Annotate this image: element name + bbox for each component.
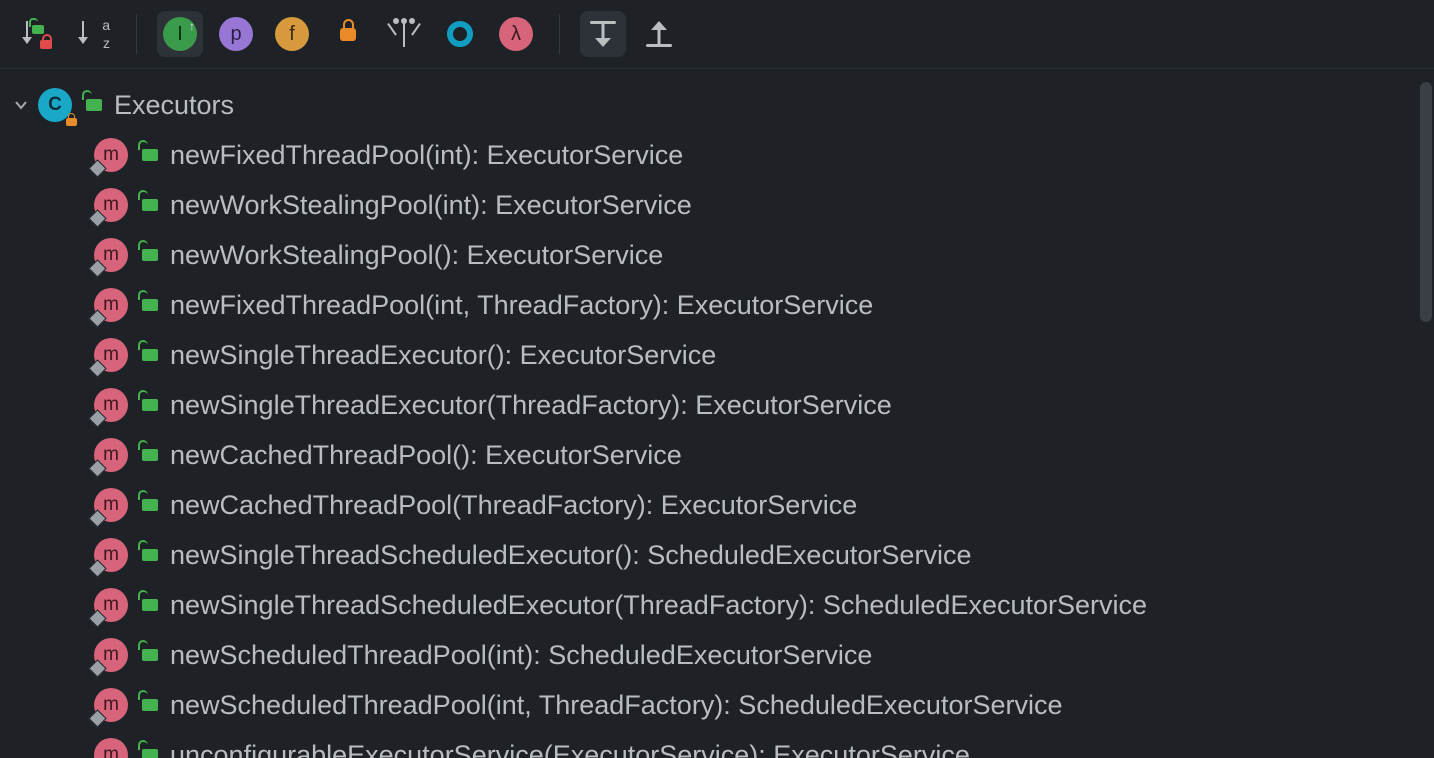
structure-tree[interactable]: C Executors m newFixedThreadPool(int): Ex… [0,68,1418,758]
fork-icon [391,21,417,47]
method-icon: m [94,488,128,522]
property-icon: p [219,17,253,51]
sort-alpha-button[interactable]: a z [70,11,116,57]
class-name: Executors [114,90,234,121]
open-lock-icon [142,699,158,711]
method-icon: m [94,638,128,672]
collapse-icon [644,21,674,47]
show-inherited-button[interactable] [381,11,427,57]
sort-visibility-icon [22,19,52,49]
scrollbar[interactable] [1420,72,1432,756]
show-properties-button[interactable]: p [213,11,259,57]
method-signature: newSingleThreadExecutor(ThreadFactory): … [170,390,892,421]
tree-member[interactable]: m newSingleThreadScheduledExecutor(Thread… [0,580,1418,630]
class-icon: C [38,88,72,122]
tree-member[interactable]: m newScheduledThreadPool(int, ThreadFacto… [0,680,1418,730]
tree-member[interactable]: m newFixedThreadPool(int): ExecutorServic… [0,130,1418,180]
open-lock-icon [142,549,158,561]
expand-icon [588,21,618,47]
open-lock-icon [142,499,158,511]
show-anonymous-button[interactable] [437,11,483,57]
show-fields-button[interactable]: f [269,11,315,57]
sort-alpha-icon: a z [78,19,108,49]
field-icon: f [275,17,309,51]
method-signature: newCachedThreadPool(): ExecutorService [170,440,682,471]
method-icon: m [94,588,128,622]
open-lock-icon [142,399,158,411]
expand-all-button[interactable] [580,11,626,57]
interface-icon: I ↑ [163,17,197,51]
open-lock-icon [142,299,158,311]
method-icon: m [94,138,128,172]
method-icon: m [94,338,128,372]
method-signature: newScheduledThreadPool(int, ThreadFactor… [170,690,1063,721]
open-lock-icon [142,749,158,758]
method-icon: m [94,388,128,422]
tree-member[interactable]: m newSingleThreadScheduledExecutor(): Sch… [0,530,1418,580]
method-signature: newFixedThreadPool(int): ExecutorService [170,140,683,171]
method-signature: newSingleThreadExecutor(): ExecutorServi… [170,340,716,371]
method-icon: m [94,288,128,322]
method-icon: m [94,688,128,722]
scrollbar-thumb[interactable] [1420,82,1432,322]
tree-member[interactable]: m unconfigurableExecutorService(ExecutorS… [0,730,1418,758]
method-icon: m [94,188,128,222]
method-icon: m [94,738,128,758]
tree-member[interactable]: m newSingleThreadExecutor(): ExecutorServ… [0,330,1418,380]
method-signature: newWorkStealingPool(int): ExecutorServic… [170,190,692,221]
method-signature: newSingleThreadScheduledExecutor(ThreadF… [170,590,1147,621]
open-lock-icon [86,99,102,111]
method-signature: newFixedThreadPool(int, ThreadFactory): … [170,290,873,321]
method-icon: m [94,438,128,472]
toolbar-separator [559,14,560,54]
lambda-icon: λ [499,17,533,51]
tree-member[interactable]: m newCachedThreadPool(): ExecutorService [0,430,1418,480]
method-icon: m [94,238,128,272]
open-lock-icon [142,449,158,461]
open-lock-icon [142,649,158,661]
method-signature: unconfigurableExecutorService(ExecutorSe… [170,740,970,758]
open-lock-icon [142,599,158,611]
chevron-down-icon[interactable] [12,97,30,113]
method-signature: newScheduledThreadPool(int): ScheduledEx… [170,640,872,671]
ring-icon [447,21,473,47]
method-icon: m [94,538,128,572]
open-lock-icon [142,349,158,361]
tree-member[interactable]: m newWorkStealingPool(): ExecutorService [0,230,1418,280]
tree-member[interactable]: m newCachedThreadPool(ThreadFactory): Exe… [0,480,1418,530]
toolbar-separator [136,14,137,54]
tree-member[interactable]: m newScheduledThreadPool(int): ScheduledE… [0,630,1418,680]
lock-icon [340,28,356,41]
tree-member[interactable]: m newWorkStealingPool(int): ExecutorServi… [0,180,1418,230]
method-signature: newWorkStealingPool(): ExecutorService [170,240,663,271]
method-signature: newCachedThreadPool(ThreadFactory): Exec… [170,490,857,521]
open-lock-icon [142,199,158,211]
tree-member[interactable]: m newFixedThreadPool(int, ThreadFactory):… [0,280,1418,330]
method-signature: newSingleThreadScheduledExecutor(): Sche… [170,540,971,571]
open-lock-icon [142,249,158,261]
sort-visibility-button[interactable] [14,11,60,57]
open-lock-icon [142,149,158,161]
structure-toolbar: a z I ↑ p f λ [0,0,1434,69]
tree-member[interactable]: m newSingleThreadExecutor(ThreadFactory):… [0,380,1418,430]
collapse-all-button[interactable] [636,11,682,57]
tree-root[interactable]: C Executors [0,80,1418,130]
show-lambda-button[interactable]: λ [493,11,539,57]
show-nonpublic-button[interactable] [325,11,371,57]
show-interfaces-button[interactable]: I ↑ [157,11,203,57]
